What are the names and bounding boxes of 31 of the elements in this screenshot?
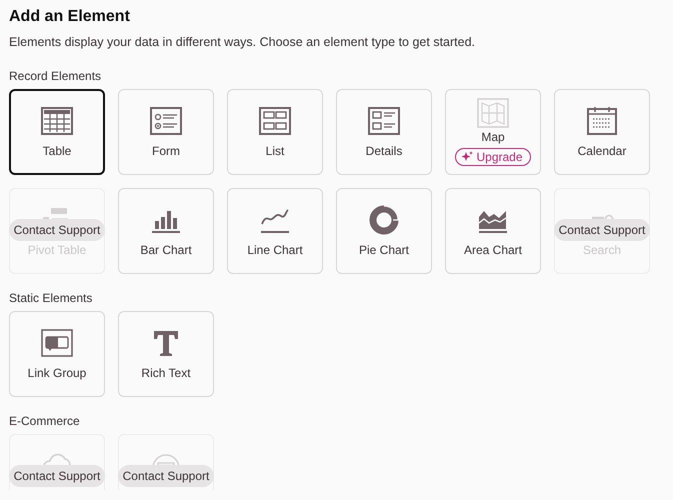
details-icon xyxy=(366,106,402,136)
element-card[interactable]: Link Group xyxy=(9,311,105,397)
contact-support-badge[interactable]: Contact Support xyxy=(9,465,105,487)
link-group-icon xyxy=(39,328,75,358)
element-card[interactable]: Form xyxy=(118,89,214,175)
element-card[interactable]: Rich Text xyxy=(118,311,214,397)
page-description: Elements display your data in different ways. Choose an element type to get started. xyxy=(9,34,476,50)
map-icon xyxy=(475,98,511,128)
contact-support-badge[interactable]: Contact Support xyxy=(9,219,105,241)
sparkle-icon xyxy=(461,151,474,163)
element-card[interactable]: Pie Chart xyxy=(336,188,432,274)
element-card[interactable]: List xyxy=(227,89,323,175)
element-card[interactable]: Area Chart xyxy=(445,188,541,274)
section-heading: E-Commerce xyxy=(9,413,81,429)
section-heading: Record Elements xyxy=(9,68,102,84)
page-title: Add an Element xyxy=(9,7,131,27)
contact-support-badge[interactable]: Contact Support xyxy=(554,219,650,241)
element-card[interactable]: Map Upgrade xyxy=(445,89,541,175)
element-card[interactable]: Table xyxy=(9,89,105,175)
calendar-icon xyxy=(584,106,620,136)
element-card[interactable]: Calendar xyxy=(554,89,650,175)
element-card[interactable]: Bar Chart xyxy=(118,188,214,274)
element-card[interactable]: Line Chart xyxy=(227,188,323,274)
cloud-icon xyxy=(42,453,72,465)
upgrade-badge[interactable]: Upgrade xyxy=(455,148,531,166)
form-icon xyxy=(148,106,184,136)
table-icon xyxy=(39,106,75,136)
contact-support-badge[interactable]: Contact Support xyxy=(118,465,214,487)
element-card[interactable]: Details xyxy=(336,89,432,175)
list-icon xyxy=(257,106,293,136)
section-heading: Static Elements xyxy=(9,290,94,306)
